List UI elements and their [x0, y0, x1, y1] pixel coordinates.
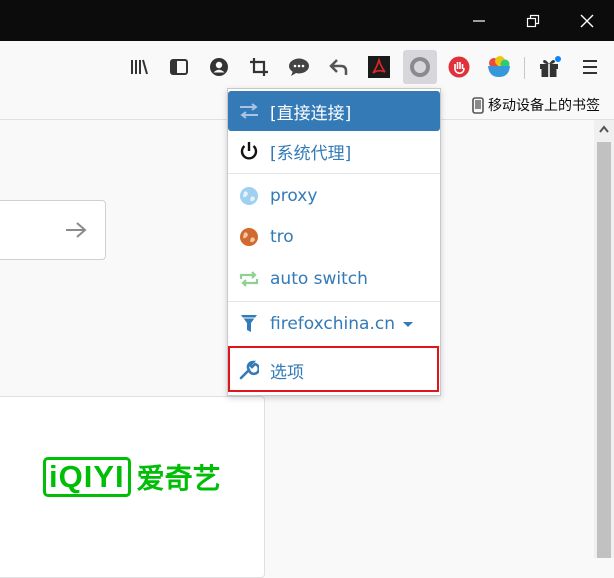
library-button[interactable]: [124, 52, 154, 82]
chat-button[interactable]: [284, 52, 314, 82]
fruit-bowl-icon: [488, 56, 510, 77]
power-icon: [240, 142, 258, 160]
toolbar: [0, 41, 614, 91]
scrollbar-thumb[interactable]: [597, 142, 611, 558]
menu-item-label: auto switch: [270, 269, 368, 289]
highlight-box: [228, 346, 439, 392]
menu-item-tro[interactable]: tro: [228, 217, 440, 257]
mobile-phone-icon: [472, 96, 484, 114]
sidebar-icon: [170, 59, 188, 75]
back-button[interactable]: [324, 52, 354, 82]
transfer-icon: [240, 103, 258, 119]
menu-item-label: firefoxchina.cn: [270, 314, 395, 334]
chat-bubble-icon: [289, 58, 309, 76]
proxy-switcher-button[interactable]: [403, 50, 437, 84]
arrow-right-icon[interactable]: [65, 221, 87, 239]
menu-item-label: proxy: [270, 186, 318, 206]
proxy-circle-icon: [410, 57, 430, 77]
account-button[interactable]: [204, 52, 234, 82]
restore-button[interactable]: [506, 0, 560, 41]
menu-divider: [228, 173, 440, 174]
close-button[interactable]: [560, 0, 614, 41]
undo-arrow-icon: [329, 59, 348, 75]
menu-item-label: [直接连接]: [270, 103, 352, 124]
account-icon: [210, 58, 228, 76]
close-icon: [580, 14, 594, 27]
crop-icon: [250, 58, 268, 76]
menu-button[interactable]: [575, 52, 605, 82]
pdf-button[interactable]: [364, 52, 394, 82]
menu-item-auto-switch[interactable]: auto switch: [228, 259, 440, 299]
iqiyi-brand-mark: iQIYI: [43, 457, 131, 497]
acrobat-icon: [368, 56, 390, 78]
screenshot-button[interactable]: [244, 52, 274, 82]
mobile-bookmarks-label: 移动设备上的书签: [488, 98, 600, 114]
globe-icon: [240, 228, 258, 246]
menu-divider: [228, 301, 440, 302]
iqiyi-brand-text: 爱奇艺: [136, 462, 221, 495]
menu-item-label: tro: [270, 227, 294, 247]
hamburger-icon: [583, 60, 597, 74]
minimize-button[interactable]: [452, 0, 506, 41]
filter-icon: [241, 315, 257, 332]
toolbar-separator: [524, 57, 525, 79]
restore-icon: [526, 14, 540, 27]
sidebar-button[interactable]: [164, 52, 194, 82]
chevron-down-icon: [402, 321, 413, 327]
mobile-bookmarks-item[interactable]: 移动设备上的书签: [472, 94, 600, 116]
scrollbar[interactable]: [594, 120, 614, 558]
menu-item-site-rule[interactable]: firefoxchina.cn: [228, 304, 440, 344]
whats-new-button[interactable]: [535, 52, 565, 82]
menu-item-label: [系统代理]: [270, 143, 352, 164]
search-box[interactable]: [0, 200, 106, 260]
switch-icon: [239, 271, 259, 287]
iqiyi-tile[interactable]: iQIYI 爱奇艺: [0, 396, 265, 578]
stop-hand-icon: [448, 56, 470, 78]
scroll-up-icon[interactable]: [594, 120, 614, 140]
gift-icon: [540, 56, 561, 77]
menu-item-system[interactable]: [系统代理]: [228, 131, 440, 171]
adblock-button[interactable]: [444, 52, 474, 82]
menu-item-direct[interactable]: [直接连接]: [228, 91, 440, 131]
iqiyi-logo: iQIYI 爱奇艺: [43, 457, 221, 497]
minimize-icon: [473, 19, 485, 22]
title-bar: [0, 0, 614, 41]
library-icon: [131, 59, 148, 75]
menu-item-proxy[interactable]: proxy: [228, 176, 440, 216]
globe-icon: [240, 187, 258, 205]
extension-button[interactable]: [484, 52, 514, 82]
